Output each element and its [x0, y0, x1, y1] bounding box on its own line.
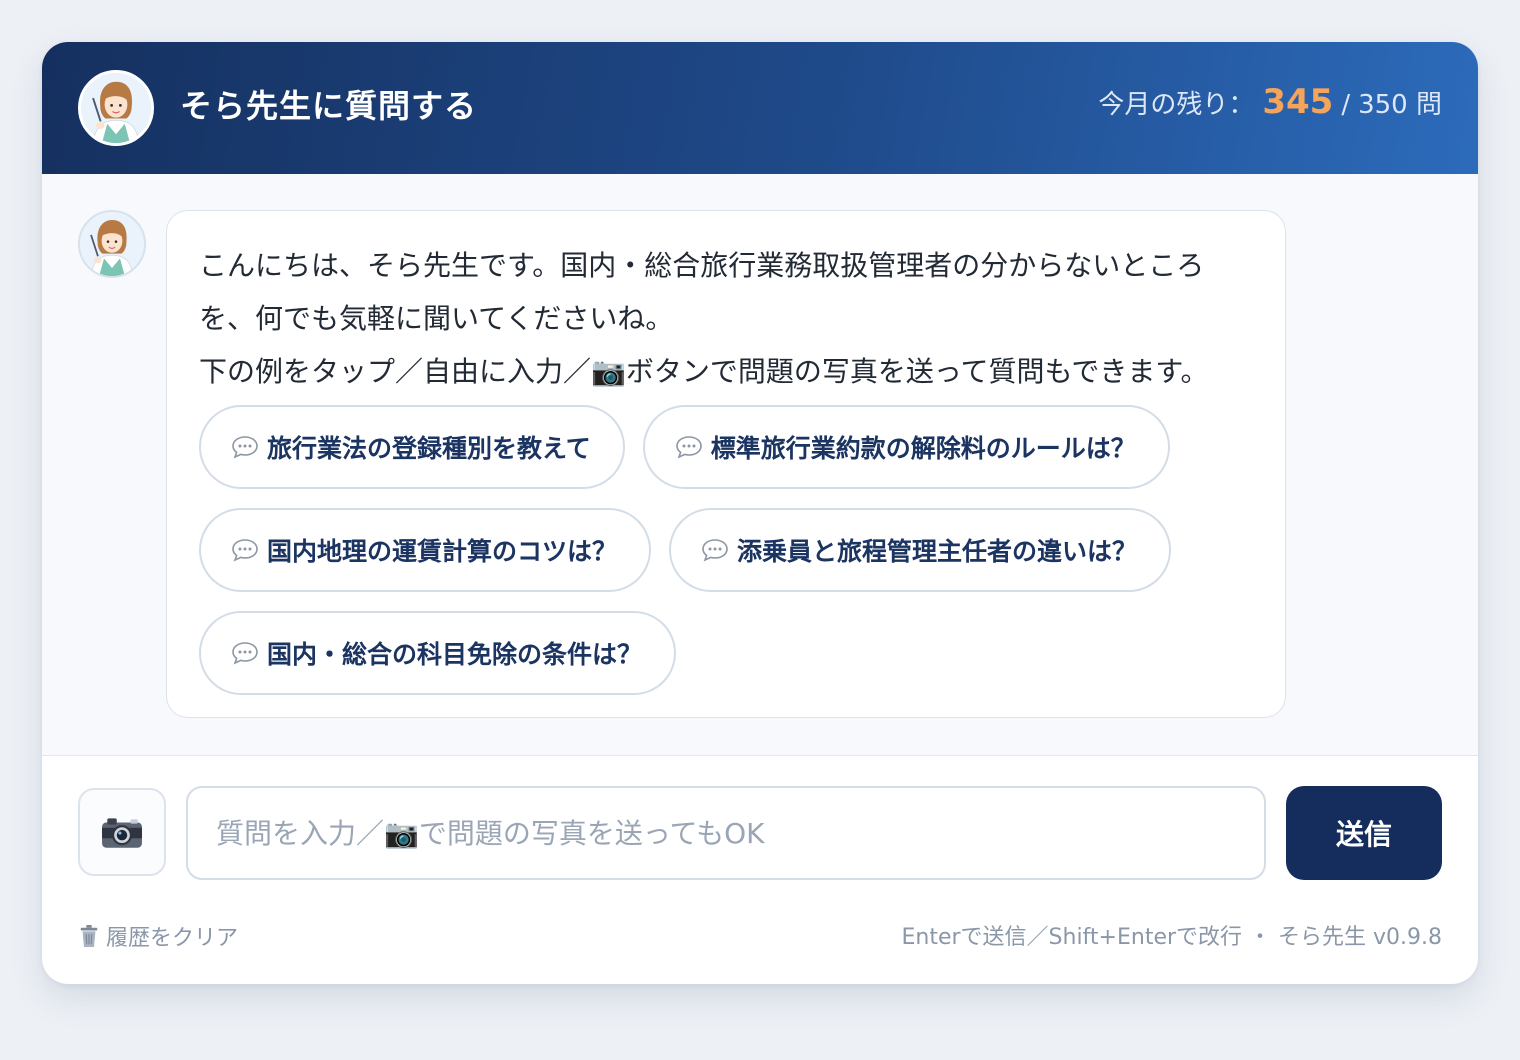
suggestion-label: 国内地理の運賃計算のコツは？	[267, 538, 618, 566]
suggestion-chip-exemption[interactable]: 国内・総合の科目免除の条件は？	[199, 611, 677, 695]
greeting-line: 下の例をタップ／自由に入力／📷ボタンで問題の写真を送って質問もできます。	[199, 355, 1209, 388]
suggestion-list: 旅行業法の登録種別を教えて 標準旅行業約款の解除料のルールは？ 国内地理の運賃計…	[199, 405, 1259, 714]
send-button[interactable]: 送信	[1286, 786, 1442, 880]
suggestion-row: 国内・総合の科目免除の条件は？	[199, 611, 1259, 695]
quota-remaining: 345	[1262, 82, 1334, 122]
suggestion-label: 国内・総合の科目免除の条件は？	[267, 641, 643, 669]
chat-header: そら先生に質問する 今月の残り： 345 / 350 問	[42, 42, 1478, 174]
chat-log[interactable]: こんにちは、そら先生です。国内・総合旅行業務取扱管理者の分からないところ を、何…	[42, 174, 1478, 756]
speech-bubble-icon	[701, 538, 729, 562]
trash-icon	[78, 924, 100, 948]
camera-icon	[101, 815, 143, 849]
speech-bubble-icon	[231, 538, 259, 562]
clear-history-button[interactable]: 履歴をクリア	[78, 920, 238, 952]
footer: 履歴をクリア Enterで送信／Shift+Enterで改行 ・ そら先生 v0…	[78, 920, 1442, 956]
greeting-line: を、何でも気軽に聞いてくださいね。	[199, 302, 674, 335]
suggestion-chip-registration[interactable]: 旅行業法の登録種別を教えて	[199, 405, 625, 489]
speech-bubble-icon	[675, 435, 703, 459]
keyboard-hint: Enterで送信／Shift+Enterで改行 ・ そら先生 v0.9.8	[901, 925, 1442, 950]
suggestion-label: 標準旅行業約款の解除料のルールは？	[710, 435, 1136, 463]
composer: 送信	[78, 786, 1442, 880]
suggestion-label: 添乗員と旅程管理主任者の違いは？	[737, 538, 1138, 566]
photo-upload-button[interactable]	[78, 788, 166, 876]
greeting-line: こんにちは、そら先生です。国内・総合旅行業務取扱管理者の分からないところ	[199, 249, 1205, 282]
quota-total: 350 問	[1358, 90, 1442, 120]
suggestion-label: 旅行業法の登録種別を教えて	[267, 435, 591, 463]
teacher-avatar-icon	[78, 210, 146, 278]
speech-bubble-icon	[231, 435, 259, 459]
chat-card: そら先生に質問する 今月の残り： 345 / 350 問 こんにちは、そら先生で…	[42, 42, 1478, 984]
assistant-message: こんにちは、そら先生です。国内・総合旅行業務取扱管理者の分からないところ を、何…	[166, 210, 1286, 718]
teacher-avatar-icon	[78, 70, 154, 146]
suggestion-chip-fare-calculation[interactable]: 国内地理の運賃計算のコツは？	[199, 508, 652, 592]
speech-bubble-icon	[231, 641, 259, 665]
page-title: そら先生に質問する	[180, 87, 478, 125]
suggestion-chip-cancellation-fee[interactable]: 標準旅行業約款の解除料のルールは？	[642, 405, 1170, 489]
quota-separator: /	[1341, 90, 1351, 120]
suggestion-row: 旅行業法の登録種別を教えて 標準旅行業約款の解除料のルールは？	[199, 405, 1259, 489]
question-input[interactable]	[186, 786, 1266, 880]
suggestion-row: 国内地理の運賃計算のコツは？ 添乗員と旅程管理主任者の違いは？	[199, 508, 1259, 592]
greeting-text: こんにちは、そら先生です。国内・総合旅行業務取扱管理者の分からないところ を、何…	[199, 239, 1259, 398]
monthly-quota: 今月の残り： 345 / 350 問	[1098, 82, 1442, 130]
clear-history-label: 履歴をクリア	[106, 926, 239, 951]
suggestion-chip-tour-conductor[interactable]: 添乗員と旅程管理主任者の違いは？	[669, 508, 1172, 592]
quota-label: 今月の残り：	[1098, 90, 1255, 120]
